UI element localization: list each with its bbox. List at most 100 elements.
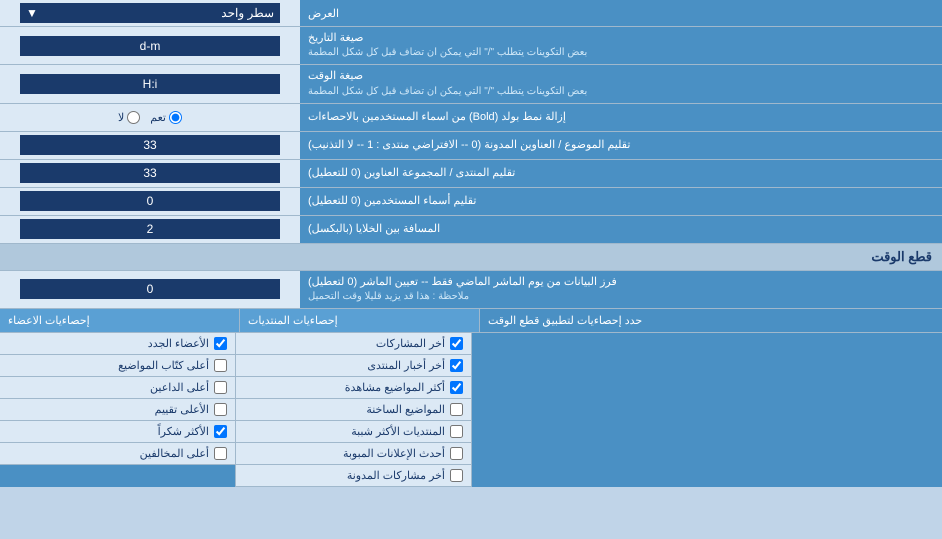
time-format-main-label: صيغة الوقت [308,69,363,84]
topic-titles-row: تقليم الموضوع / العناوين المدونة (0 -- ا… [0,132,942,160]
dropdown-label: سطر واحد [221,6,274,20]
stats-apply-cell: حدد إحصاءيات لتطبيق قطع الوقت [479,309,942,332]
stats-col1-item-5-label: أحدث الإعلانات المبوبة [244,447,445,460]
cell-spacing-input[interactable] [20,219,280,239]
forum-titles-main-label: تقليم المنتدى / المجموعة العناوين (0 للت… [308,166,515,181]
usernames-label: تقليم أسماء المستخدمين (0 للتعطيل) [300,188,942,215]
stats-col2-item-3-checkbox[interactable] [214,403,227,416]
date-format-sub-label: بعض التكوينات يتطلب "/" التي يمكن ان تضا… [308,46,587,60]
list-item: أعلى كتّاب المواضيع [0,355,235,377]
stats-col1-item-0-checkbox[interactable] [450,337,463,350]
list-item: أخر المشاركات [236,333,471,355]
date-format-row: صيغة التاريخ بعض التكوينات يتطلب "/" الت… [0,27,942,65]
stats-col1-item-3-label: المواضيع الساخنة [244,403,445,416]
date-format-input[interactable] [20,36,280,56]
list-item: أكثر المواضيع مشاهدة [236,377,471,399]
list-item: المواضيع الساخنة [236,399,471,421]
stats-col1-item-6-label: أخر مشاركات المدونة [244,469,445,482]
usernames-input[interactable] [20,191,280,211]
stats-col2-item-1-checkbox[interactable] [214,359,227,372]
stats-col1-item-0-label: أخر المشاركات [244,337,445,350]
time-format-sub-label: بعض التكوينات يتطلب "/" التي يمكن ان تضا… [308,85,587,99]
stats-apply-label: حدد إحصاءيات لتطبيق قطع الوقت [488,314,642,327]
topic-titles-input[interactable] [20,135,280,155]
cutoff-header-text: قطع الوقت [871,249,932,264]
time-format-input[interactable] [20,74,280,94]
bold-remove-input-cell: تعم لا [0,104,300,131]
bold-radio-group: تعم لا [118,111,182,124]
display-dropdown[interactable]: سطر واحد ▼ [20,3,280,23]
usernames-main-label: تقليم أسماء المستخدمين (0 للتعطيل) [308,194,476,209]
usernames-input-cell [0,188,300,215]
cutoff-input-cell [0,271,300,308]
list-item: الأكثر شكراً [0,421,235,443]
stats-col1-header-text: إحصاءيات المنتديات [248,314,338,327]
header-label: العرض [300,0,942,26]
list-item: أخر أخبار المنتدى [236,355,471,377]
stats-col2-item-0-label: الأعضاء الجدد [8,337,209,350]
forum-titles-row: تقليم المنتدى / المجموعة العناوين (0 للت… [0,160,942,188]
forum-titles-input[interactable] [20,163,280,183]
cell-spacing-input-cell [0,216,300,243]
stats-section: حدد إحصاءيات لتطبيق قطع الوقت إحصاءيات ا… [0,309,942,487]
topic-titles-input-cell [0,132,300,159]
stats-col1-item-3-checkbox[interactable] [450,403,463,416]
stats-col2-item-5-label: أعلى المخالفين [8,447,209,460]
forum-titles-label: تقليم المنتدى / المجموعة العناوين (0 للت… [300,160,942,187]
bold-radio-no-label[interactable]: لا [118,111,140,124]
stats-col1-item-2-label: أكثر المواضيع مشاهدة [244,381,445,394]
header-row: العرض سطر واحد ▼ [0,0,942,27]
stats-col2-item-0-checkbox[interactable] [214,337,227,350]
cell-spacing-label: المسافة بين الخلايا (بالبكسل) [300,216,942,243]
stats-main-col [471,333,942,487]
stats-body: أخر المشاركات أخر أخبار المنتدى أكثر الم… [0,333,942,487]
date-format-label: صيغة التاريخ بعض التكوينات يتطلب "/" الت… [300,27,942,64]
stats-col2-item-2-label: أعلى الداعين [8,381,209,394]
stats-col1-item-1-checkbox[interactable] [450,359,463,372]
stats-col2-item-2-checkbox[interactable] [214,381,227,394]
list-item: أحدث الإعلانات المبوبة [236,443,471,465]
header-input-cell: سطر واحد ▼ [0,0,300,26]
stats-col1-item-6-checkbox[interactable] [450,469,463,482]
bold-remove-label: إزالة نمط بولد (Bold) من اسماء المستخدمي… [300,104,942,131]
bold-radio-yes[interactable] [169,111,182,124]
bold-remove-main-label: إزالة نمط بولد (Bold) من اسماء المستخدمي… [308,110,566,125]
list-item: المنتديات الأكثر شببة [236,421,471,443]
stats-col2-header: إحصاءيات الاعضاء [0,309,239,332]
stats-col1-item-2-checkbox[interactable] [450,381,463,394]
bold-remove-row: إزالة نمط بولد (Bold) من اسماء المستخدمي… [0,104,942,132]
header-label-text: العرض [308,7,339,20]
stats-col1-item-1-label: أخر أخبار المنتدى [244,359,445,372]
stats-col1-item-5-checkbox[interactable] [450,447,463,460]
bold-radio-no[interactable] [127,111,140,124]
bold-radio-yes-text: تعم [150,111,166,124]
cell-spacing-row: المسافة بين الخلايا (بالبكسل) [0,216,942,244]
date-format-main-label: صيغة التاريخ [308,31,363,46]
topic-titles-label: تقليم الموضوع / العناوين المدونة (0 -- ا… [300,132,942,159]
list-item: أعلى الداعين [0,377,235,399]
stats-col2-item-5-checkbox[interactable] [214,447,227,460]
time-format-input-cell [0,65,300,102]
bold-radio-yes-label[interactable]: تعم [150,111,182,124]
cutoff-sub-label: ملاحظة : هذا قد يزيد قليلا وقت التحميل [308,290,469,304]
stats-col2-item-1-label: أعلى كتّاب المواضيع [8,359,209,372]
time-format-label: صيغة الوقت بعض التكوينات يتطلب "/" التي … [300,65,942,102]
topic-titles-main-label: تقليم الموضوع / العناوين المدونة (0 -- ا… [308,138,630,153]
stats-header-row: حدد إحصاءيات لتطبيق قطع الوقت إحصاءيات ا… [0,309,942,333]
stats-col1-header: إحصاءيات المنتديات [239,309,479,332]
list-item: الأعلى تقييم [0,399,235,421]
stats-col2-item-4-checkbox[interactable] [214,425,227,438]
stats-col2: الأعضاء الجدد أعلى كتّاب المواضيع أعلى ا… [0,333,235,487]
chevron-down-icon: ▼ [26,6,38,20]
list-item: أخر مشاركات المدونة [236,465,471,487]
forum-titles-input-cell [0,160,300,187]
cutoff-row: فرز البيانات من يوم الماشر الماضي فقط --… [0,271,942,309]
stats-col1-item-4-checkbox[interactable] [450,425,463,438]
stats-col2-item-3-label: الأعلى تقييم [8,403,209,416]
cutoff-input[interactable] [20,279,280,299]
cutoff-label: فرز البيانات من يوم الماشر الماضي فقط --… [300,271,942,308]
cutoff-header: قطع الوقت [0,244,942,271]
stats-col1: أخر المشاركات أخر أخبار المنتدى أكثر الم… [235,333,471,487]
cutoff-main-label: فرز البيانات من يوم الماشر الماضي فقط --… [308,275,617,290]
list-item: الأعضاء الجدد [0,333,235,355]
